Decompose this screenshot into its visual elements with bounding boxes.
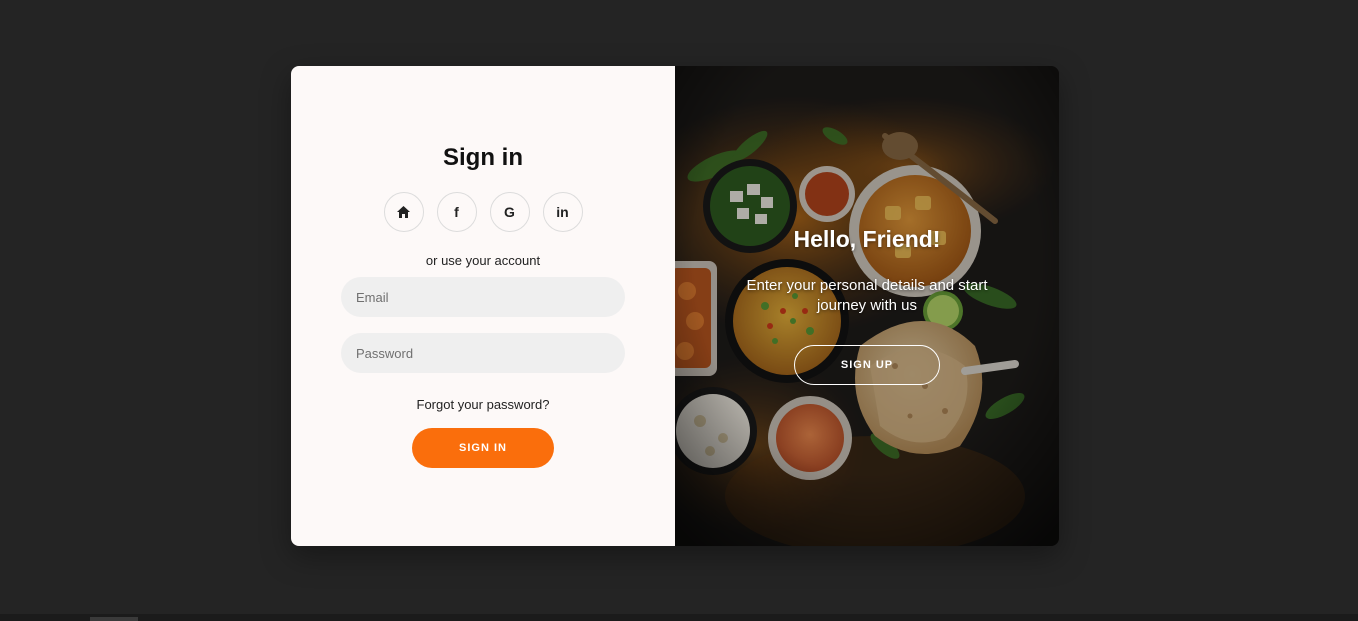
- home-button[interactable]: [383, 192, 424, 232]
- social-buttons: f G in: [291, 192, 675, 232]
- facebook-button[interactable]: f: [436, 192, 477, 232]
- sign-up-button[interactable]: SIGN UP: [794, 345, 940, 385]
- sign-in-button[interactable]: SIGN IN: [412, 428, 554, 468]
- google-button[interactable]: G: [489, 192, 530, 232]
- welcome-title: Hello, Friend!: [793, 226, 941, 252]
- facebook-icon: f: [454, 204, 459, 220]
- email-input[interactable]: [341, 277, 625, 317]
- forgot-password-link[interactable]: Forgot your password?: [291, 397, 675, 412]
- welcome-panel: Hello, Friend! Enter your personal detai…: [675, 66, 1059, 546]
- auth-card: Sign in f G in or use your account Email…: [291, 66, 1059, 546]
- use-account-text: or use your account: [425, 253, 541, 268]
- bottom-scroll-thumb: [90, 617, 138, 621]
- google-icon: G: [504, 204, 515, 220]
- home-icon: [397, 206, 410, 218]
- password-input[interactable]: [341, 333, 625, 373]
- welcome-text: Enter your personal details and start jo…: [746, 277, 988, 314]
- linkedin-button[interactable]: in: [542, 192, 583, 232]
- bottom-bar: [0, 614, 1358, 621]
- sign-in-panel: Sign in f G in or use your account Email…: [291, 66, 675, 546]
- linkedin-icon: in: [556, 204, 569, 220]
- sign-in-title: Sign in: [443, 144, 523, 171]
- page-background: Sign in f G in or use your account Email…: [0, 0, 1358, 621]
